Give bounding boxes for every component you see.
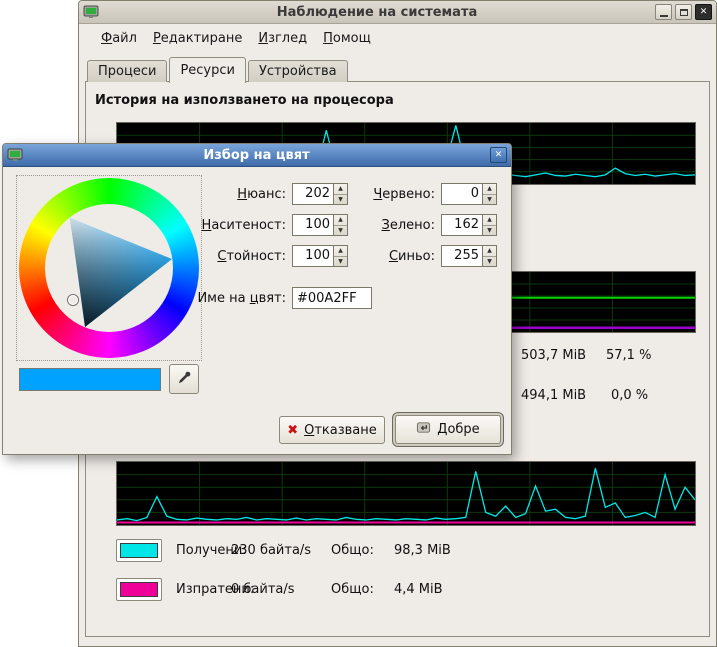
saturation-label: Наситеност: — [153, 218, 286, 233]
maximize-icon[interactable] — [675, 4, 692, 20]
spin-down-icon[interactable]: ▼ — [334, 256, 347, 267]
received-total: 98,3 MiB — [394, 543, 451, 558]
memory-percent: 57,1 % — [606, 348, 651, 363]
spin-up-icon[interactable]: ▲ — [334, 184, 347, 194]
dialog-title: Избор на цвят — [23, 148, 490, 163]
red-spinbox[interactable]: 0 ▲▼ — [441, 183, 497, 205]
red-label: Червено: — [353, 187, 435, 202]
spin-up-icon[interactable]: ▲ — [483, 184, 496, 194]
spin-down-icon[interactable]: ▼ — [334, 225, 347, 236]
spin-up-icon[interactable]: ▲ — [483, 246, 496, 256]
sent-total: 4,4 MiB — [394, 582, 443, 597]
spin-down-icon[interactable]: ▼ — [483, 225, 496, 236]
value-label: Стойност: — [153, 249, 286, 264]
spin-down-icon[interactable]: ▼ — [334, 194, 347, 205]
system-monitor-icon — [83, 4, 99, 20]
eyedropper-button[interactable] — [169, 364, 199, 394]
color-name-label: Име на цвят: — [153, 291, 286, 306]
green-spinbox[interactable]: 162 ▲▼ — [441, 214, 497, 236]
desktop: Наблюдение на системата ✕ Файл Редактира… — [0, 0, 717, 647]
dialog-icon — [7, 147, 23, 163]
minimize-icon[interactable] — [655, 4, 672, 20]
received-color — [120, 543, 158, 558]
spin-up-icon[interactable]: ▲ — [483, 215, 496, 225]
spin-down-icon[interactable]: ▼ — [483, 194, 496, 205]
hue-label: Нюанс: — [153, 187, 286, 202]
hue-spinbox[interactable]: 202 ▲▼ — [292, 183, 348, 205]
cpu-history-heading: История на използването на процесора — [95, 93, 394, 108]
eyedropper-icon — [177, 370, 192, 389]
tab-resources[interactable]: Ресурси — [169, 57, 246, 83]
swap-amount: 494,1 MiB — [521, 388, 586, 403]
swap-percent: 0,0 % — [611, 388, 648, 403]
network-history-chart — [116, 461, 696, 526]
tab-devices[interactable]: Устройства — [248, 60, 348, 82]
blue-spinbox[interactable]: 255 ▲▼ — [441, 245, 497, 267]
menu-help[interactable]: Помощ — [315, 28, 379, 49]
cancel-button[interactable]: ✖ Отказване — [279, 416, 385, 444]
color-selector-marker[interactable] — [68, 295, 78, 305]
ok-enter-icon — [416, 420, 431, 439]
main-titlebar[interactable]: Наблюдение на системата ✕ — [79, 1, 716, 24]
cancel-x-icon: ✖ — [287, 423, 298, 438]
color-wheel[interactable] — [19, 178, 199, 358]
value-spinbox[interactable]: 100 ▲▼ — [292, 245, 348, 267]
dialog-close-icon[interactable]: ✕ — [490, 147, 507, 163]
notebook-tabs: Процеси Ресурси Устройства — [87, 56, 350, 82]
dialog-titlebar[interactable]: Избор на цвят ✕ — [3, 144, 511, 167]
received-color-swatch[interactable] — [116, 539, 162, 562]
color-picker-dialog: Избор на цвят ✕ Нюанс: 202 ▲▼ Наситеност… — [2, 143, 512, 455]
tab-processes[interactable]: Процеси — [87, 60, 167, 82]
saturation-spinbox[interactable]: 100 ▲▼ — [292, 214, 348, 236]
main-window-title: Наблюдение на системата — [99, 5, 655, 20]
spin-down-icon[interactable]: ▼ — [483, 256, 496, 267]
menu-edit[interactable]: Редактиране — [145, 28, 250, 49]
menu-file[interactable]: Файл — [93, 28, 145, 49]
received-rate: 230 байта/s — [231, 543, 311, 558]
spin-up-icon[interactable]: ▲ — [334, 215, 347, 225]
color-name-input[interactable] — [292, 287, 372, 309]
received-total-label: Общо: — [331, 543, 374, 558]
sent-color — [120, 582, 158, 597]
sent-rate: 0 байта/s — [231, 582, 295, 597]
window-controls: ✕ — [655, 4, 712, 20]
sent-total-label: Общо: — [331, 582, 374, 597]
blue-label: Синьо: — [353, 249, 435, 264]
sent-color-swatch[interactable] — [116, 578, 162, 601]
menu-view[interactable]: Изглед — [250, 28, 315, 49]
spin-up-icon[interactable]: ▲ — [334, 246, 347, 256]
ok-button[interactable]: Добре — [395, 415, 501, 444]
color-preview — [19, 368, 161, 391]
green-label: Зелено: — [353, 218, 435, 233]
close-icon[interactable]: ✕ — [695, 4, 712, 20]
menubar: Файл Редактиране Изглед Помощ — [81, 26, 714, 51]
memory-amount: 503,7 MiB — [521, 348, 586, 363]
